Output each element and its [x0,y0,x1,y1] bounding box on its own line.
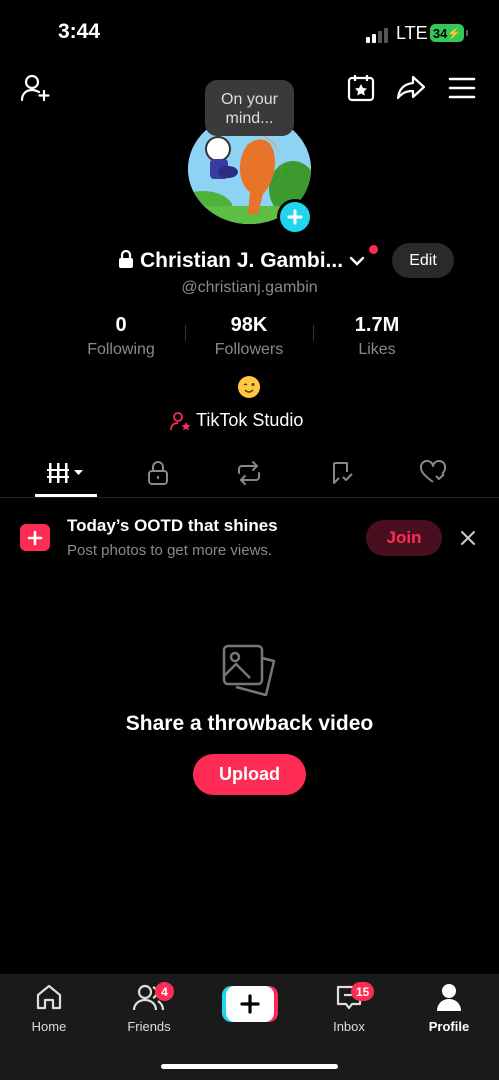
content-tabs [0,450,499,498]
photos-icon [220,642,278,700]
profile-icon [409,980,489,1014]
bio-emoji [238,376,260,398]
stat-followers[interactable]: 98K Followers [184,314,314,359]
status-tooltip[interactable]: On your mind... [205,80,294,136]
username-handle: @christianj.gambin [181,279,318,296]
status-bar: 3:44 LTE 34 ⚡ [0,0,499,64]
profile-name-row[interactable]: Christian J. Gambi... [118,246,365,276]
stat-divider [185,325,186,341]
private-lock-icon [148,461,168,485]
stat-divider [313,325,314,341]
inbox-badge: 15 [351,982,375,1001]
nav-friends-label: Friends [127,1019,171,1034]
likes-count: 1.7M [354,314,400,336]
studio-label: TikTok Studio [196,410,304,430]
reposts-icon [238,461,260,485]
network-label: LTE [396,23,428,43]
tab-liked[interactable] [403,450,463,496]
battery-level: 34 [432,25,448,41]
chevron-down-icon[interactable] [349,256,365,266]
friends-icon [109,980,189,1014]
studio-icon [170,411,191,430]
friends-badge: 4 [155,982,174,1001]
home-icon [9,980,89,1014]
nav-home[interactable]: Home [9,980,89,1034]
notification-dot [369,245,378,254]
nav-home-label: Home [31,1019,67,1034]
edit-profile-button[interactable]: Edit [392,243,454,278]
nav-inbox[interactable]: 15 Inbox [309,980,389,1034]
home-indicator [161,1064,338,1069]
share-icon[interactable] [393,70,429,106]
create-button[interactable] [222,986,278,1022]
lock-icon [118,249,134,273]
signal-icon [366,28,388,43]
favorites-icon [333,462,353,484]
empty-state-title: Share a throwback video [125,712,374,735]
tab-reposts[interactable] [219,450,279,496]
active-tab-indicator [35,494,97,497]
followers-count: 98K [230,314,268,336]
tab-favorites[interactable] [312,450,372,496]
display-name: Christian J. Gambi... [140,249,344,272]
inbox-icon [309,980,389,1014]
nav-inbox-label: Inbox [333,1019,365,1034]
upload-button[interactable]: Upload [193,754,306,795]
following-count: 0 [115,314,127,336]
join-button[interactable]: Join [366,520,442,556]
profile-stats: 0 Following 98K Followers 1.7M Likes [0,314,499,364]
nav-profile[interactable]: Profile [409,980,489,1034]
tab-private[interactable] [128,450,188,496]
status-time: 3:44 [58,20,101,43]
tiktok-studio-link[interactable]: TikTok Studio [170,410,303,431]
promo-title: Today’s OOTD that shines [67,516,278,535]
battery-icon: 34 ⚡ [430,24,468,42]
menu-icon[interactable] [444,70,480,106]
add-story-button[interactable] [277,199,313,235]
following-label: Following [87,341,155,358]
promo-subtitle: Post photos to get more views. [67,542,273,559]
ootd-promo-banner[interactable]: Today’s OOTD that shines Post photos to … [0,506,499,568]
camera-plus-icon [20,524,50,551]
add-friend-icon[interactable] [17,70,53,106]
creator-calendar-icon[interactable] [343,70,379,106]
close-icon[interactable] [455,525,481,551]
stat-following[interactable]: 0 Following [56,314,186,359]
liked-icon [419,460,447,483]
nav-profile-label: Profile [428,1019,470,1034]
stat-likes[interactable]: 1.7M Likes [312,314,442,359]
videos-grid-icon [47,463,83,483]
tab-videos[interactable] [36,450,96,496]
nav-friends[interactable]: 4 Friends [109,980,189,1034]
likes-label: Likes [358,341,396,358]
followers-label: Followers [214,341,284,358]
